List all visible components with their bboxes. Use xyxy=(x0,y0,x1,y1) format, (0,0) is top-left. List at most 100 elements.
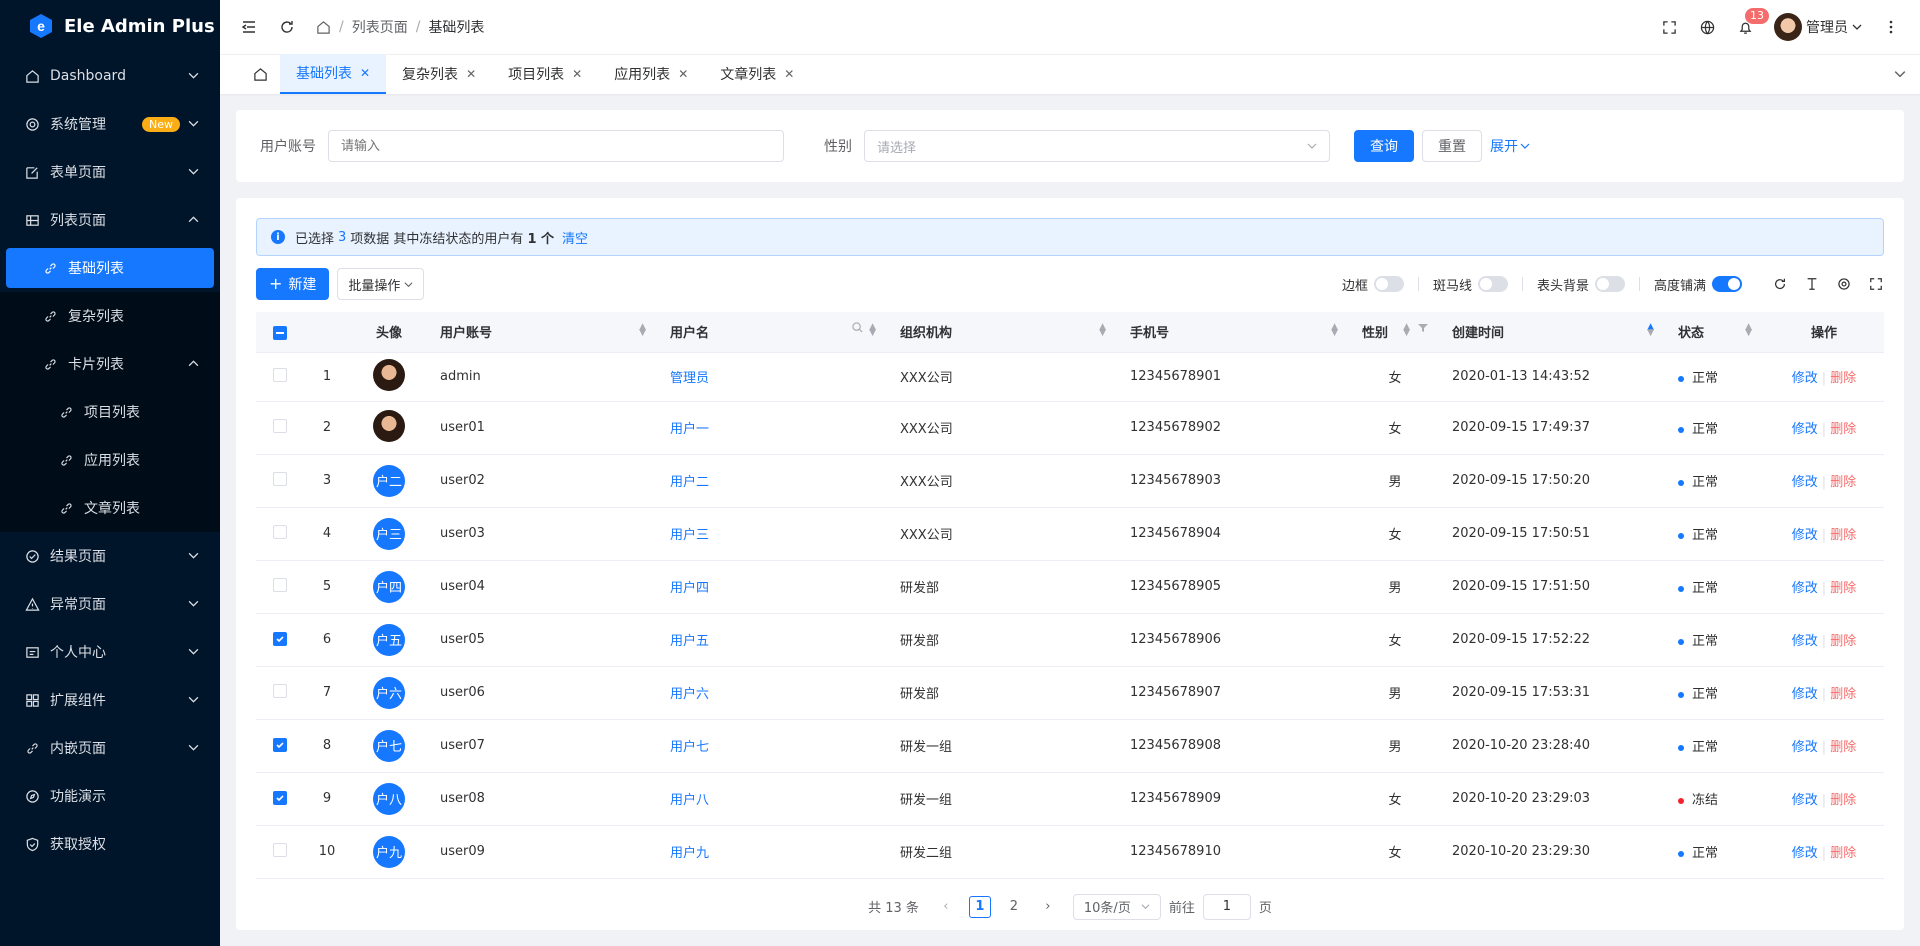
table-row[interactable]: 2 user01 用户一 XXX公司 12345678902 女 2020-09-15 17… xyxy=(256,401,1884,455)
close-icon[interactable]: ✕ xyxy=(360,66,370,80)
clear-selection-link[interactable]: 清空 xyxy=(562,228,588,247)
sidebar-item-4[interactable]: 列表页面 xyxy=(0,196,220,244)
tab-5[interactable]: 文章列表 ✕ xyxy=(704,54,810,94)
reset-button[interactable]: 重置 xyxy=(1422,130,1482,162)
table-row[interactable]: 1 admin 管理员 XXX公司 12345678901 女 2020-01-13 14:… xyxy=(256,352,1884,402)
batch-actions-dropdown[interactable]: 批量操作 xyxy=(337,268,425,300)
page-size-select[interactable]: 10条/页 xyxy=(1072,893,1161,920)
toggle-switch[interactable] xyxy=(1373,276,1404,292)
row-checkbox[interactable] xyxy=(273,471,287,486)
sort-icon[interactable]: ▲ ▼ xyxy=(1331,323,1338,338)
app-logo[interactable]: e Ele Admin Plus xyxy=(0,0,220,52)
delete-link[interactable]: 删除 xyxy=(1830,687,1856,702)
goto-page-input[interactable]: 1 xyxy=(1202,893,1251,920)
edit-link[interactable]: 修改 xyxy=(1792,687,1818,702)
account-header[interactable]: 用户账号 ▲ ▼ xyxy=(428,312,658,353)
row-checkbox[interactable] xyxy=(273,631,287,646)
close-icon[interactable]: ✕ xyxy=(784,67,794,81)
user-name-link[interactable]: 用户三 xyxy=(670,528,709,543)
gender-select[interactable]: 请选择 xyxy=(864,130,1330,162)
user-name-link[interactable]: 用户八 xyxy=(670,793,709,808)
edit-link[interactable]: 修改 xyxy=(1792,371,1818,386)
edit-link[interactable]: 修改 xyxy=(1792,740,1818,755)
delete-link[interactable]: 删除 xyxy=(1830,846,1856,861)
sidebar-item-15[interactable]: 内嵌页面 xyxy=(0,724,220,772)
delete-link[interactable]: 删除 xyxy=(1830,422,1856,437)
new-button[interactable]: + 新建 xyxy=(256,268,330,300)
phone-header[interactable]: 手机号 ▲ ▼ xyxy=(1118,312,1350,353)
sidebar-item-1[interactable]: Dashboard xyxy=(0,52,220,100)
table-row[interactable]: 5 户四 user04 用户四 研发部 12345678905 男 2020-09-15 17… xyxy=(256,560,1884,614)
row-checkbox[interactable] xyxy=(273,418,287,433)
user-name-link[interactable]: 用户六 xyxy=(670,687,709,702)
user-name-link[interactable]: 用户四 xyxy=(670,581,709,596)
prev-page-icon[interactable]: ‹ xyxy=(935,896,957,918)
refresh-icon[interactable] xyxy=(278,18,296,36)
tabs-dropdown-icon[interactable] xyxy=(1880,54,1920,94)
fullscreen-icon[interactable] xyxy=(1868,276,1884,292)
sidebar-item-13[interactable]: 个人中心 xyxy=(0,628,220,676)
table-row[interactable]: 8 户七 user07 用户七 研发一组 12345678908 男 2020-10-20 2… xyxy=(256,719,1884,773)
notification-bell-icon[interactable]: 13 xyxy=(1736,8,1769,36)
user-menu[interactable]: 管理员 xyxy=(1774,13,1862,41)
delete-link[interactable]: 删除 xyxy=(1830,475,1856,490)
name-header[interactable]: 用户名 ▲ ▼ xyxy=(658,312,888,353)
column-search-icon[interactable] xyxy=(852,322,863,337)
tab-2[interactable]: 复杂列表 ✕ xyxy=(386,54,492,94)
sort-icon[interactable]: ▲ ▼ xyxy=(1099,323,1106,338)
page-2[interactable]: 2 xyxy=(1003,896,1025,918)
created-header[interactable]: 创建时间 ▲ ▼ xyxy=(1440,312,1666,353)
sidebar-item-11[interactable]: 结果页面 xyxy=(0,532,220,580)
query-button[interactable]: 查询 xyxy=(1354,130,1414,162)
sort-icon[interactable]: ▲ ▼ xyxy=(1403,323,1410,338)
tab-home-icon[interactable] xyxy=(240,54,280,94)
edit-link[interactable]: 修改 xyxy=(1792,581,1818,596)
expand-link[interactable]: 展开 xyxy=(1490,136,1530,156)
org-header[interactable]: 组织机构 ▲ ▼ xyxy=(888,312,1118,353)
toggle-switch[interactable] xyxy=(1712,276,1742,292)
home-icon[interactable] xyxy=(316,20,331,35)
delete-link[interactable]: 删除 xyxy=(1830,581,1856,596)
row-checkbox[interactable] xyxy=(273,737,287,752)
sidebar-item-16[interactable]: 功能演示 xyxy=(0,772,220,820)
sort-icon[interactable]: ▲ ▼ xyxy=(639,323,646,338)
collapse-menu-icon[interactable] xyxy=(240,18,258,36)
delete-link[interactable]: 删除 xyxy=(1830,793,1856,808)
close-icon[interactable]: ✕ xyxy=(466,67,476,81)
sidebar-item-17[interactable]: 获取授权 xyxy=(0,820,220,868)
sidebar-item-7[interactable]: 卡片列表 xyxy=(0,340,220,388)
sidebar-item-3[interactable]: 表单页面 xyxy=(0,148,220,196)
table-row[interactable]: 3 户二 user02 用户二 XXX公司 12345678903 男 2020-09-15 … xyxy=(256,454,1884,508)
next-page-icon[interactable]: › xyxy=(1037,896,1059,918)
sidebar-item-5[interactable]: 基础列表 xyxy=(6,248,214,288)
edit-link[interactable]: 修改 xyxy=(1792,528,1818,543)
settings-icon[interactable] xyxy=(1836,276,1852,292)
delete-link[interactable]: 删除 xyxy=(1830,528,1856,543)
row-checkbox[interactable] xyxy=(273,367,287,382)
edit-link[interactable]: 修改 xyxy=(1792,793,1818,808)
user-name-link[interactable]: 用户九 xyxy=(670,846,709,861)
sort-icon[interactable]: ▲ ▼ xyxy=(1647,323,1654,338)
status-header[interactable]: 状态 ▲ ▼ xyxy=(1666,312,1764,353)
sidebar-item-12[interactable]: 异常页面 xyxy=(0,580,220,628)
sidebar-item-14[interactable]: 扩展组件 xyxy=(0,676,220,724)
tab-1[interactable]: 基础列表 ✕ xyxy=(280,54,387,94)
user-name-link[interactable]: 用户一 xyxy=(670,422,709,437)
user-name-link[interactable]: 管理员 xyxy=(670,371,709,386)
table-row[interactable]: 10 户九 user09 用户九 研发二组 12345678910 女 2020-10-20 … xyxy=(256,825,1884,879)
delete-link[interactable]: 删除 xyxy=(1830,371,1856,386)
filter-icon[interactable] xyxy=(1418,322,1428,337)
edit-link[interactable]: 修改 xyxy=(1792,422,1818,437)
delete-link[interactable]: 删除 xyxy=(1830,634,1856,649)
language-globe-icon[interactable] xyxy=(1698,18,1716,36)
tab-3[interactable]: 项目列表 ✕ xyxy=(492,54,598,94)
breadcrumb-item[interactable]: 列表页面 xyxy=(352,17,408,37)
fullscreen-icon[interactable] xyxy=(1660,18,1678,36)
sort-icon[interactable]: ▲ ▼ xyxy=(869,323,876,338)
page-1[interactable]: 1 xyxy=(968,895,991,918)
row-checkbox[interactable] xyxy=(273,842,287,857)
table-row[interactable]: 4 户三 user03 用户三 XXX公司 12345678904 女 2020-09-15 … xyxy=(256,507,1884,561)
account-input[interactable] xyxy=(328,130,784,162)
sidebar-item-10[interactable]: 文章列表 xyxy=(0,484,220,532)
close-icon[interactable]: ✕ xyxy=(572,67,582,81)
